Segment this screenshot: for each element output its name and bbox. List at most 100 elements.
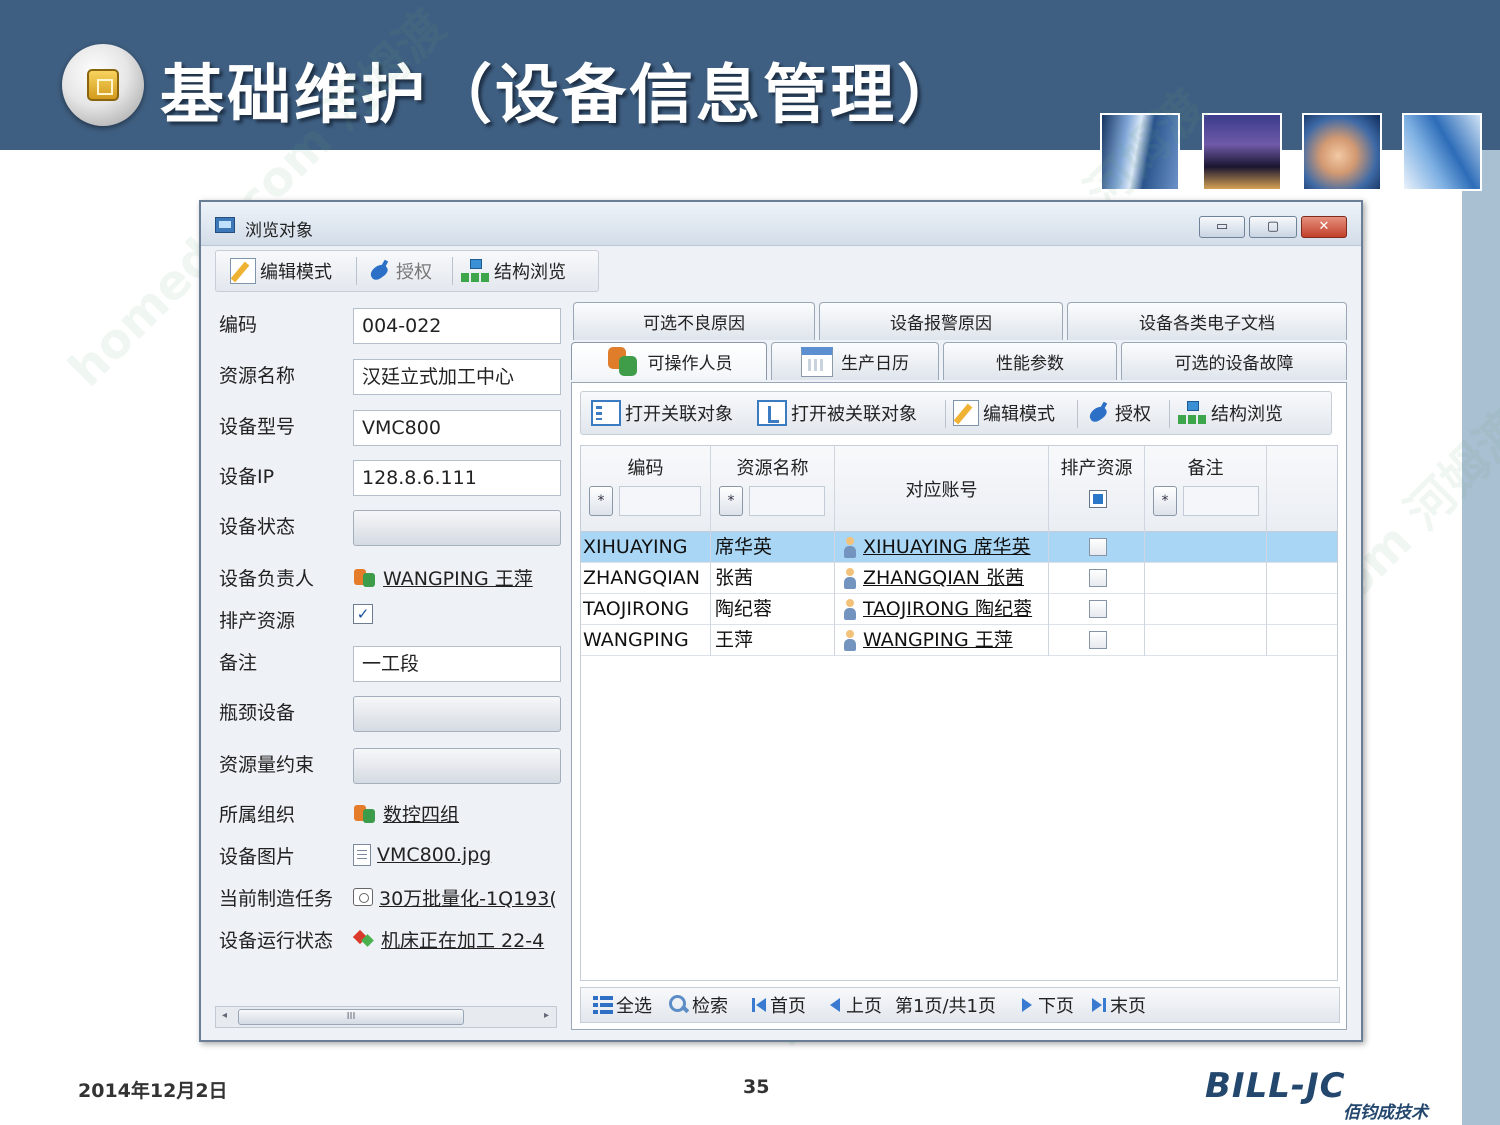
close-button[interactable]: ✕	[1301, 216, 1347, 238]
device-image-link[interactable]: VMC800.jpg	[353, 840, 561, 870]
current-task-value: 30万批量化-1Q193(	[379, 887, 557, 910]
slide-right-strip	[1462, 150, 1500, 1125]
device-image-label: 设备图片	[219, 846, 296, 868]
device-model-field[interactable]: VMC800	[353, 410, 561, 446]
slide-date: 2014年12月2日	[78, 1080, 228, 1102]
scheduling-resource-label: 排产资源	[219, 610, 296, 632]
last-page-icon	[1091, 996, 1107, 1014]
row-account: XIHUAYING 席华英	[863, 536, 1031, 558]
row-remark	[1145, 532, 1267, 563]
grid-edit-mode-button[interactable]: 编辑模式	[953, 392, 1055, 434]
organization-link[interactable]: 数控四组	[353, 798, 561, 828]
resource-name-filter-input[interactable]	[749, 486, 825, 516]
grid-header: 编码 * 资源名称 * 对应账号 排产资源 备注 *	[581, 446, 1337, 532]
row-account-link[interactable]: ZHANGQIAN 张茜	[843, 563, 1049, 594]
row-account-link[interactable]: WANGPING 王萍	[843, 625, 1049, 656]
scheduling-resource-checkbox[interactable]: ✓	[353, 604, 373, 624]
remark-filter-button[interactable]: *	[1153, 486, 1177, 516]
device-status-label: 设备状态	[219, 516, 296, 538]
table-row[interactable]: TAOJIRONG 陶纪蓉 TAOJIRONG 陶纪蓉	[581, 594, 1337, 625]
open-reverse-related-button[interactable]: 打开被关联对象	[757, 392, 917, 434]
code-filter-input[interactable]	[619, 486, 701, 516]
edit-mode-button[interactable]: 编辑模式	[230, 251, 332, 291]
header-photo-tower	[1402, 113, 1482, 191]
structure-tree-icon	[1177, 400, 1207, 426]
remark-filter-input[interactable]	[1183, 486, 1259, 516]
column-account-title: 对应账号	[905, 480, 978, 501]
open-related-button[interactable]: 打开关联对象	[591, 392, 733, 434]
row-code: ZHANGQIAN	[583, 563, 711, 594]
open-related-label: 打开关联对象	[625, 404, 733, 425]
select-all-label: 全选	[616, 996, 652, 1017]
device-ip-label: 设备IP	[219, 466, 275, 488]
maximize-button[interactable]: ▢	[1249, 216, 1297, 238]
table-row[interactable]: ZHANGQIAN 张茜 ZHANGQIAN 张茜	[581, 563, 1337, 594]
row-account-link[interactable]: TAOJIRONG 陶纪蓉	[843, 594, 1049, 625]
resource-constraint-label: 资源量约束	[219, 754, 315, 776]
scroll-right-icon[interactable]: ▸	[544, 1010, 549, 1021]
tab-device-documents[interactable]: 设备各类电子文档	[1067, 302, 1347, 340]
search-button[interactable]: 检索	[669, 988, 728, 1022]
device-owner-link[interactable]: WANGPING 王萍	[353, 562, 561, 592]
device-status-select[interactable]	[353, 510, 561, 546]
window-titlebar[interactable]: 浏览对象 ▭ ▢ ✕	[201, 202, 1361, 246]
first-page-button[interactable]: 首页	[751, 988, 806, 1022]
grid-structure-browse-button[interactable]: 结构浏览	[1177, 392, 1283, 434]
scheduling-header-checkbox[interactable]	[1089, 490, 1107, 508]
grid-authorize-button[interactable]: 授权	[1085, 392, 1151, 434]
resource-constraint-select[interactable]	[353, 748, 561, 784]
authorize-button[interactable]: 授权	[366, 251, 432, 291]
logo-subtitle: 佰钧成技术	[1343, 1103, 1428, 1123]
prev-page-button[interactable]: 上页	[827, 988, 882, 1022]
minimize-button[interactable]: ▭	[1199, 216, 1245, 238]
open-related-icon	[591, 400, 621, 426]
next-page-button[interactable]: 下页	[1019, 988, 1074, 1022]
last-page-button[interactable]: 末页	[1091, 988, 1146, 1022]
resource-name-field[interactable]: 汉廷立式加工中心	[353, 359, 561, 395]
device-ip-field[interactable]: 128.8.6.111	[353, 460, 561, 496]
tab-production-calendar[interactable]: 生产日历	[771, 342, 939, 380]
first-page-label: 首页	[770, 996, 806, 1017]
tab-optional-defect-reasons[interactable]: 可选不良原因	[573, 302, 815, 340]
code-filter-button[interactable]: *	[589, 486, 613, 516]
running-state-value: 机床正在加工 22-4	[381, 929, 545, 952]
select-all-button[interactable]: 全选	[593, 988, 652, 1022]
bottleneck-device-select[interactable]	[353, 696, 561, 732]
tab-operators[interactable]: 可操作人员	[571, 342, 767, 380]
authorize-icon	[366, 258, 392, 284]
prev-page-label: 上页	[846, 996, 882, 1017]
organization-value: 数控四组	[383, 803, 460, 826]
tab-optional-device-faults[interactable]: 可选的设备故障	[1121, 342, 1347, 380]
resource-name-filter-button[interactable]: *	[719, 486, 743, 516]
column-resource-name[interactable]: 资源名称 *	[711, 446, 835, 532]
form-horizontal-scrollbar[interactable]: ◂ III ▸	[215, 1006, 557, 1028]
running-state-link[interactable]: 机床正在加工 22-4	[353, 924, 561, 954]
last-page-label: 末页	[1110, 996, 1146, 1017]
tab-performance-params[interactable]: 性能参数	[943, 342, 1117, 380]
scrollbar-thumb[interactable]: III	[238, 1009, 464, 1025]
column-account[interactable]: 对应账号	[835, 446, 1049, 532]
column-code[interactable]: 编码 *	[581, 446, 711, 532]
scroll-left-icon[interactable]: ◂	[222, 1010, 227, 1021]
device-form: 编码 004-022 资源名称 汉廷立式加工中心 设备型号 VMC800 设备I…	[211, 298, 561, 998]
column-remark[interactable]: 备注 *	[1145, 446, 1267, 532]
browse-object-window: 浏览对象 ▭ ▢ ✕ 编辑模式 授权 结构浏览 编码 004-022 资源名称 …	[199, 200, 1363, 1042]
open-reverse-related-icon	[757, 400, 787, 426]
structure-browse-button[interactable]: 结构浏览	[460, 251, 566, 291]
column-remark-title: 备注	[1187, 458, 1224, 479]
tab-device-alarm-reasons[interactable]: 设备报警原因	[819, 302, 1063, 340]
row-account-link[interactable]: XIHUAYING 席华英	[843, 532, 1049, 563]
device-model-label: 设备型号	[219, 416, 296, 438]
toolbar-separator	[452, 257, 453, 285]
code-field[interactable]: 004-022	[353, 308, 561, 344]
title-badge-icon	[62, 44, 144, 126]
current-task-link[interactable]: 30万批量化-1Q193(	[353, 882, 561, 912]
row-account: ZHANGQIAN 张茜	[863, 567, 1025, 589]
column-scheduling[interactable]: 排产资源	[1049, 446, 1145, 532]
file-icon	[353, 844, 371, 866]
table-row[interactable]: XIHUAYING 席华英 XIHUAYING 席华英	[581, 532, 1337, 563]
slide-page-number: 35	[743, 1076, 770, 1098]
grid-toolbar: 打开关联对象 打开被关联对象 编辑模式 授权 结构浏览	[580, 391, 1332, 435]
remark-field[interactable]: 一工段	[353, 646, 561, 682]
table-row[interactable]: WANGPING 王萍 WANGPING 王萍	[581, 625, 1337, 656]
